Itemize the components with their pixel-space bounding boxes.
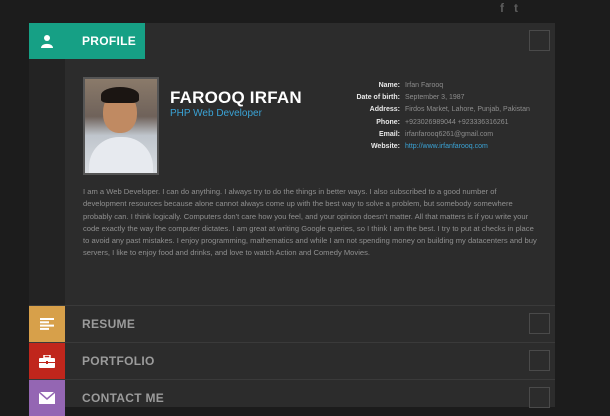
tab-resume[interactable]: RESUME — [29, 305, 555, 342]
website-link[interactable]: http://www.irfanfarooq.com — [405, 141, 488, 153]
info-row-address: Address: Firdos Market, Lahore, Punjab, … — [330, 104, 530, 116]
info-label: Email: — [378, 130, 400, 138]
resume-icon-box — [29, 306, 65, 342]
info-row-website: Website: http://www.irfanfarooq.com — [330, 141, 530, 153]
info-value: +923026989044 +923336316261 — [405, 118, 509, 126]
info-label: Name: — [378, 82, 400, 89]
info-label: Date of birth: — [356, 94, 400, 102]
info-value: Firdos Market, Lahore, Punjab, Pakistan — [405, 106, 530, 114]
portfolio-icon-box — [29, 343, 65, 379]
profile-bio: I am a Web Developer. I can do anything.… — [83, 187, 537, 258]
info-value: irfanfarooq6261@gmail.com — [405, 130, 494, 138]
twitter-icon[interactable]: t — [514, 2, 518, 14]
envelope-icon — [39, 392, 55, 404]
info-value: September 3, 1987 — [405, 94, 465, 102]
contact-icon-box — [29, 380, 65, 416]
info-row-dob: Date of birth: September 3, 1987 — [330, 92, 530, 104]
profile-icon-box — [29, 23, 65, 59]
social-links: f t — [500, 0, 518, 16]
tab-contact-label: CONTACT ME — [82, 391, 165, 405]
info-label: Phone: — [376, 118, 400, 126]
info-row-email: Email: irfanfarooq6261@gmail.com — [330, 129, 530, 141]
tab-portfolio-label: PORTFOLIO — [82, 354, 155, 368]
info-label: Website: — [370, 143, 400, 151]
toggle-profile-button[interactable] — [529, 30, 550, 51]
tab-portfolio[interactable]: PORTFOLIO — [29, 342, 555, 379]
info-label: Address: — [369, 106, 400, 114]
toggle-contact-button[interactable] — [529, 387, 550, 408]
user-icon — [40, 34, 54, 48]
info-row-phone: Phone: +923026989044 +923336316261 — [330, 117, 530, 129]
profile-info: Name: Irfan Farooq Date of birth: Septem… — [330, 80, 530, 153]
profile-name: FAROOQ IRFAN — [170, 88, 302, 107]
profile-photo — [83, 77, 159, 175]
tab-profile-label: PROFILE — [82, 34, 137, 48]
facebook-icon[interactable]: f — [500, 2, 504, 14]
tab-profile[interactable]: PROFILE — [29, 23, 555, 59]
profile-role: PHP Web Developer — [170, 108, 262, 119]
list-icon — [40, 318, 54, 330]
toggle-portfolio-button[interactable] — [529, 350, 550, 371]
info-row-name: Name: Irfan Farooq — [330, 80, 530, 92]
info-value: Irfan Farooq — [405, 82, 444, 89]
toggle-resume-button[interactable] — [529, 313, 550, 334]
tab-resume-label: RESUME — [82, 317, 136, 331]
briefcase-icon — [39, 354, 55, 368]
tab-contact[interactable]: CONTACT ME — [29, 379, 555, 416]
